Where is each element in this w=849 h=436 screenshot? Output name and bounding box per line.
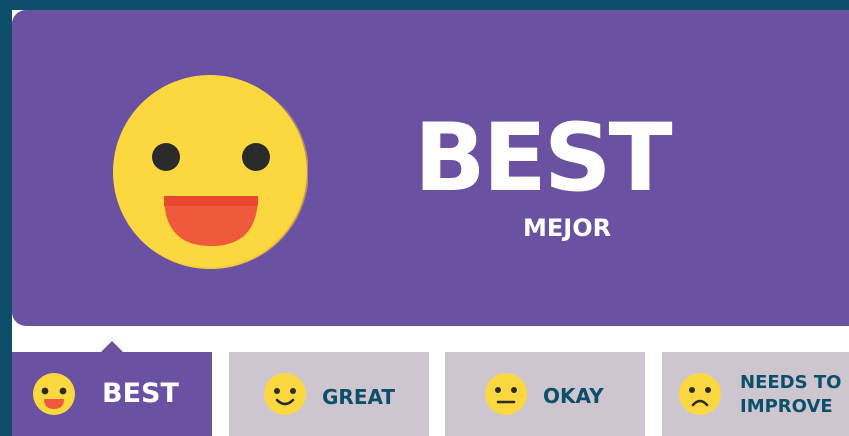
tab-label-great: GREAT <box>322 385 396 409</box>
tab-great[interactable]: GREAT <box>229 352 429 436</box>
grinning-face-tongue-icon <box>113 75 308 270</box>
neutral-face-icon <box>485 373 527 415</box>
rating-title: BEST <box>414 104 673 213</box>
tab-label-needs-to-improve-line2: IMPROVE <box>740 396 833 417</box>
tab-label-best: BEST <box>102 378 179 409</box>
smiling-face-icon <box>264 373 306 415</box>
rating-subtitle: MEJOR <box>523 214 612 242</box>
rating-hero-panel: BEST MEJOR <box>12 10 849 326</box>
tab-best[interactable]: BEST <box>12 341 212 436</box>
rating-tabs: BEST GREAT OKAY NEEDS TO IMPROVE <box>12 341 849 436</box>
tab-needs-to-improve[interactable]: NEEDS TO IMPROVE <box>662 352 849 436</box>
grinning-face-tongue-icon <box>33 373 75 415</box>
tab-label-needs-to-improve-line1: NEEDS TO <box>740 372 842 393</box>
frowning-face-icon <box>679 373 721 415</box>
active-tab-pointer <box>100 341 124 353</box>
tab-okay[interactable]: OKAY <box>445 352 645 436</box>
tab-label-okay: OKAY <box>543 384 604 408</box>
